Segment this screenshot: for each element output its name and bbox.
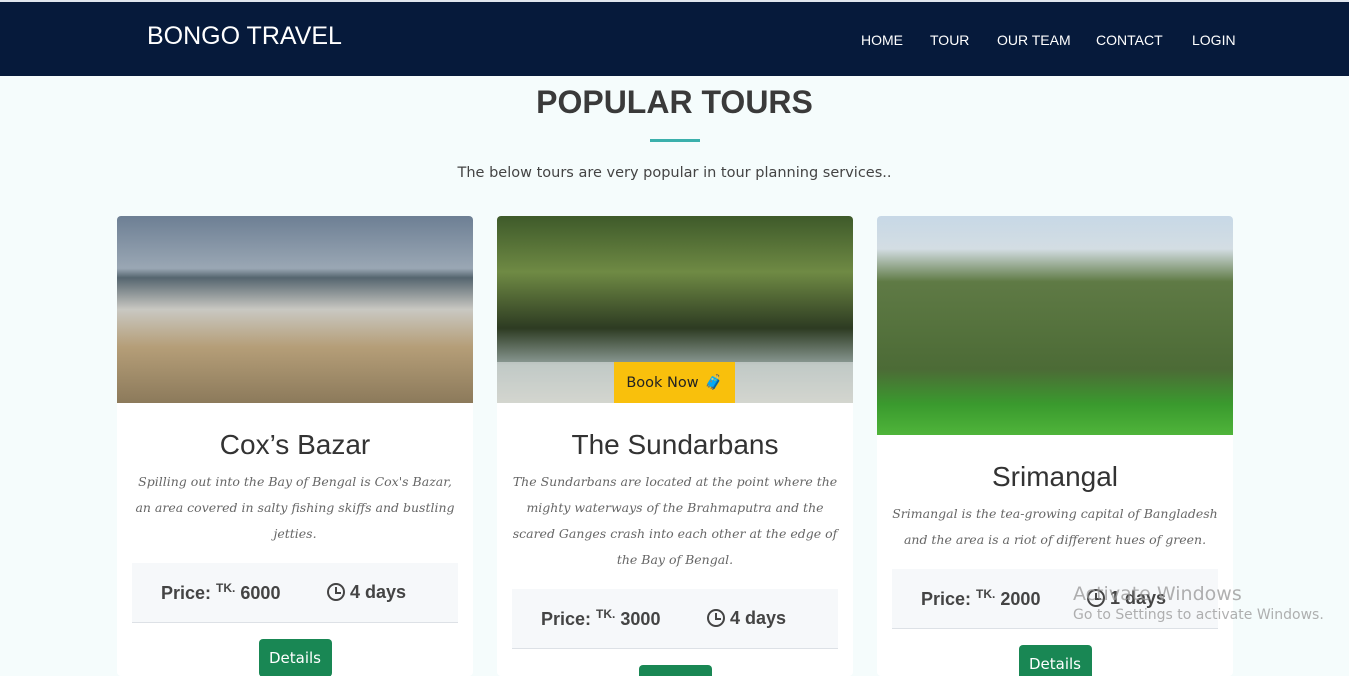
tour-image bbox=[877, 216, 1233, 435]
book-now-button[interactable]: Book Now 🧳 bbox=[614, 362, 735, 403]
tour-duration: 4 days bbox=[327, 582, 406, 603]
clock-icon bbox=[327, 583, 345, 601]
tour-image bbox=[117, 216, 473, 403]
nav-our-team[interactable]: OUR TEAM bbox=[997, 32, 1071, 48]
tour-description: Spilling out into the Bay of Bengal is C… bbox=[135, 474, 455, 541]
brand-logo[interactable]: BONGO TRAVEL bbox=[147, 22, 342, 51]
nav-tour[interactable]: TOUR bbox=[930, 32, 969, 48]
section-subtitle: The below tours are very popular in tour… bbox=[457, 165, 892, 181]
details-button[interactable]: Details bbox=[638, 665, 712, 676]
tour-duration: 4 days bbox=[707, 608, 786, 629]
tour-info: Price: TK. 6000 4 days bbox=[132, 563, 458, 623]
nav-contact[interactable]: CONTACT bbox=[1096, 32, 1163, 48]
luggage-icon: 🧳 bbox=[704, 375, 723, 391]
tour-card: Cox’s Bazar Spilling out into the Bay of… bbox=[117, 216, 473, 676]
tour-title: The Sundarbans bbox=[571, 429, 779, 460]
clock-icon bbox=[707, 609, 725, 627]
tour-info: Price: TK. 3000 4 days bbox=[512, 589, 838, 649]
tour-price: Price: TK. 2000 bbox=[921, 587, 1041, 609]
navbar: BONGO TRAVEL HOME TOUR OUR TEAM CONTACT … bbox=[0, 0, 1349, 76]
tour-card: Book Now 🧳 The Sundarbans The Sundarbans … bbox=[497, 216, 853, 676]
tour-price: Price: TK. 6000 bbox=[161, 581, 281, 603]
nav-login[interactable]: LOGIN bbox=[1192, 32, 1236, 48]
tour-image: Book Now 🧳 bbox=[497, 216, 853, 403]
windows-activation-watermark: Activate Windows Go to Settings to activ… bbox=[1073, 583, 1324, 623]
tour-title: Srimangal bbox=[991, 461, 1119, 492]
details-button[interactable]: Details bbox=[1018, 645, 1092, 676]
nav-home[interactable]: HOME bbox=[861, 32, 903, 48]
title-divider bbox=[650, 139, 700, 142]
tour-title: Cox’s Bazar bbox=[219, 429, 371, 460]
tour-description: The Sundarbans are located at the point … bbox=[512, 474, 838, 567]
details-button[interactable]: Details bbox=[258, 639, 332, 676]
tour-description: Srimangal is the tea-growing capital of … bbox=[892, 506, 1218, 547]
tour-price: Price: TK. 3000 bbox=[541, 607, 661, 629]
section-title: POPULAR TOURS bbox=[536, 84, 813, 120]
